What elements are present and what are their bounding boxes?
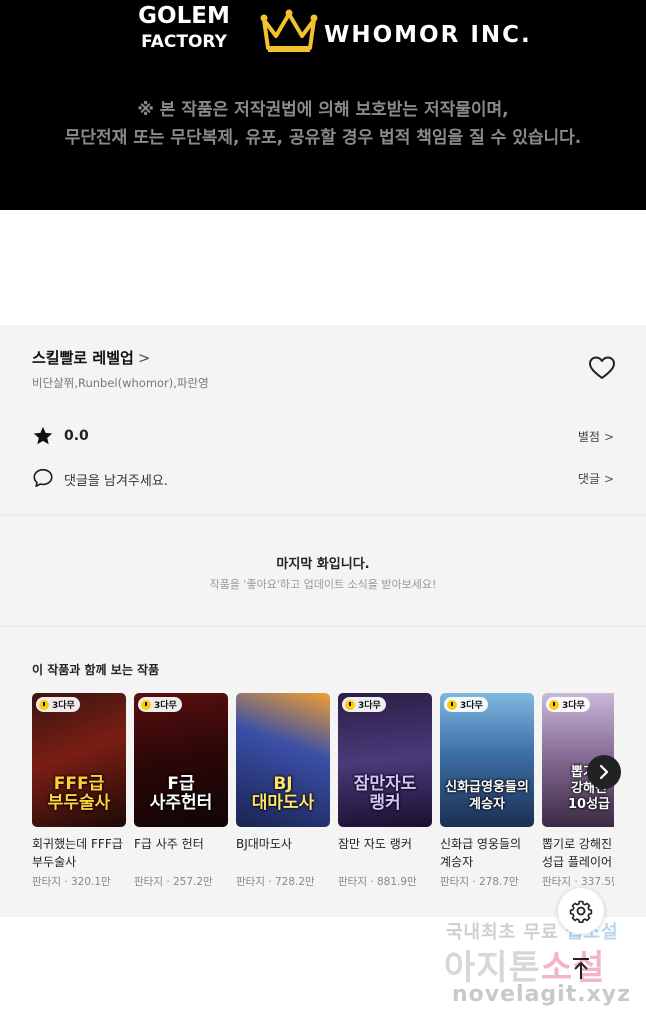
notice-line-2: 무단전재 또는 무단복제, 유포, 공유할 경우 법적 책임을 질 수 있습니다… (64, 128, 582, 148)
carousel-next-button[interactable] (587, 755, 621, 789)
arrow-up-icon (573, 958, 589, 979)
card-meta: 판타지 · 320.1만 (32, 876, 111, 888)
chevron-right-icon: > (603, 472, 614, 486)
whomor-logo: WHOMOR INC. (324, 22, 532, 48)
speech-bubble-icon (33, 468, 53, 488)
copyright-notice: ※ 본 작품은 저작권법에 의해 보호받는 저작물이며, 무단전재 또는 무단복… (0, 96, 646, 152)
recommendation-card[interactable]: 3다무 잠만자도 랭커 잠만 자도 랭커 판타지 · 881.9만 (338, 693, 432, 889)
notice-line-1: ※ 본 작품은 저작권법에 의해 보호받는 저작물이며, (137, 100, 509, 120)
badge: 3다무 (36, 697, 80, 712)
clock-icon (345, 699, 355, 710)
golem-factory-logo: GOLEM FACTORY (138, 4, 230, 58)
work-authors: 비단살쮜,Runbel(whomor),파란영 (32, 376, 209, 390)
work-title-link[interactable]: 스킬빨로 레벨업 > (32, 347, 150, 368)
cover-image: BJ 대마도사 (236, 693, 330, 827)
watermark-line3: novelagit.xyz (452, 982, 631, 1007)
comment-prompt: 댓글을 남겨주세요. (64, 474, 168, 489)
gear-icon (569, 900, 593, 923)
recommendation-card[interactable]: 3다무 신화급영웅들의 계승자 신화급 영웅들의 계승자 판타지 · 278.7만 (440, 693, 534, 889)
badge-label: 3다무 (358, 701, 381, 711)
badge: 3다무 (444, 697, 488, 712)
clock-icon (141, 699, 151, 710)
badge: 3다무 (138, 697, 182, 712)
comment-link-label: 댓글 (577, 472, 600, 486)
card-meta: 판타지 · 337.5만 (542, 876, 614, 888)
card-meta: 판타지 · 278.7만 (440, 876, 519, 888)
recommendation-card[interactable]: 3다무 뽑기로강해진10성급 뽑기로 강해진 10성급 플레이어 판타지 · 3… (542, 693, 614, 889)
cover-image: 3다무 잠만자도 랭커 (338, 693, 432, 827)
clock-icon (549, 699, 559, 710)
cover-title: 신화급영웅들의 계승자 (445, 780, 529, 812)
cover-title: F급 사주헌터 (149, 774, 213, 813)
last-episode-subtitle: 작품을 '좋아요'하고 업데이트 소식을 받아보세요! (209, 578, 437, 591)
cover-image: 3다무 신화급영웅들의 계승자 (440, 693, 534, 827)
recommendation-carousel[interactable]: 3다무 FFF급 부두술사 회귀했는데 FFF급 부두술사 판타지 · 320.1… (32, 693, 614, 893)
work-title: 스킬빨로 레벨업 (32, 349, 134, 367)
badge-label: 3다무 (562, 701, 585, 711)
golem-logo-line1: GOLEM (138, 3, 230, 29)
card-title: 신화급 영웅들의 계승자 (440, 837, 522, 869)
badge-label: 3다무 (154, 701, 177, 711)
card-meta: 판타지 · 881.9만 (338, 876, 417, 888)
badge-label: 3다무 (460, 701, 483, 711)
credits-banner: GOLEM FACTORY WHOMOR INC. ※ 본 작품은 저작권법에 … (0, 0, 646, 210)
comment-link[interactable]: 댓글 > (578, 470, 614, 487)
viewer-page: GOLEM FACTORY WHOMOR INC. ※ 본 작품은 저작권법에 … (0, 0, 646, 1033)
card-meta: 판타지 · 257.2만 (134, 876, 213, 888)
golem-logo-line2: FACTORY (141, 32, 227, 52)
rating-link[interactable]: 별점 > (578, 428, 614, 445)
star-icon (33, 426, 53, 445)
recommendation-card[interactable]: BJ 대마도사 BJ대마도사 판타지 · 728.2만 (236, 693, 330, 889)
card-meta: 판타지 · 728.2만 (236, 876, 315, 888)
crown-icon (260, 9, 318, 52)
cover-title: FFF급 부두술사 (47, 774, 111, 813)
chevron-right-icon: > (137, 349, 151, 367)
recommendation-card[interactable]: 3다무 F급 사주헌터 F급 사주 헌터 판타지 · 257.2만 (134, 693, 228, 889)
chevron-right-icon (599, 764, 609, 780)
card-title: BJ대마도사 (236, 837, 292, 851)
card-title: F급 사주 헌터 (134, 837, 204, 851)
clock-icon (447, 699, 457, 710)
card-title: 회귀했는데 FFF급 부두술사 (32, 837, 123, 869)
cover-image: 3다무 FFF급 부두술사 (32, 693, 126, 827)
badge-label: 3다무 (52, 701, 75, 711)
cover-title: BJ 대마도사 (251, 774, 315, 813)
cover-title: 잠만자도 랭커 (353, 774, 417, 813)
recommendations-heading: 이 작품과 함께 보는 작품 (32, 663, 160, 677)
work-info-panel: 스킬빨로 레벨업 > 비단살쮜,Runbel(whomor),파란영 0.0 별점… (0, 325, 646, 917)
heart-icon[interactable] (588, 355, 616, 381)
divider (0, 514, 646, 516)
last-episode-title: 마지막 화입니다. (276, 557, 370, 572)
rating-score: 0.0 (64, 428, 89, 444)
comment-row[interactable]: 댓글을 남겨주세요. 댓글 > (32, 467, 614, 491)
cover-image: 3다무 F급 사주헌터 (134, 693, 228, 827)
badge: 3다무 (342, 697, 386, 712)
rating-row: 0.0 별점 > (32, 425, 614, 449)
card-title: 뽑기로 강해진 10성급 플레이어 (542, 837, 614, 869)
card-title: 잠만 자도 랭커 (338, 837, 412, 851)
clock-icon (39, 699, 49, 710)
chevron-right-icon: > (603, 430, 614, 444)
rating-link-label: 별점 (577, 430, 600, 444)
badge: 3다무 (546, 697, 590, 712)
settings-button[interactable] (558, 888, 604, 934)
scroll-top-button[interactable] (558, 946, 604, 992)
divider (0, 625, 646, 627)
recommendation-card[interactable]: 3다무 FFF급 부두술사 회귀했는데 FFF급 부두술사 판타지 · 320.1… (32, 693, 126, 889)
